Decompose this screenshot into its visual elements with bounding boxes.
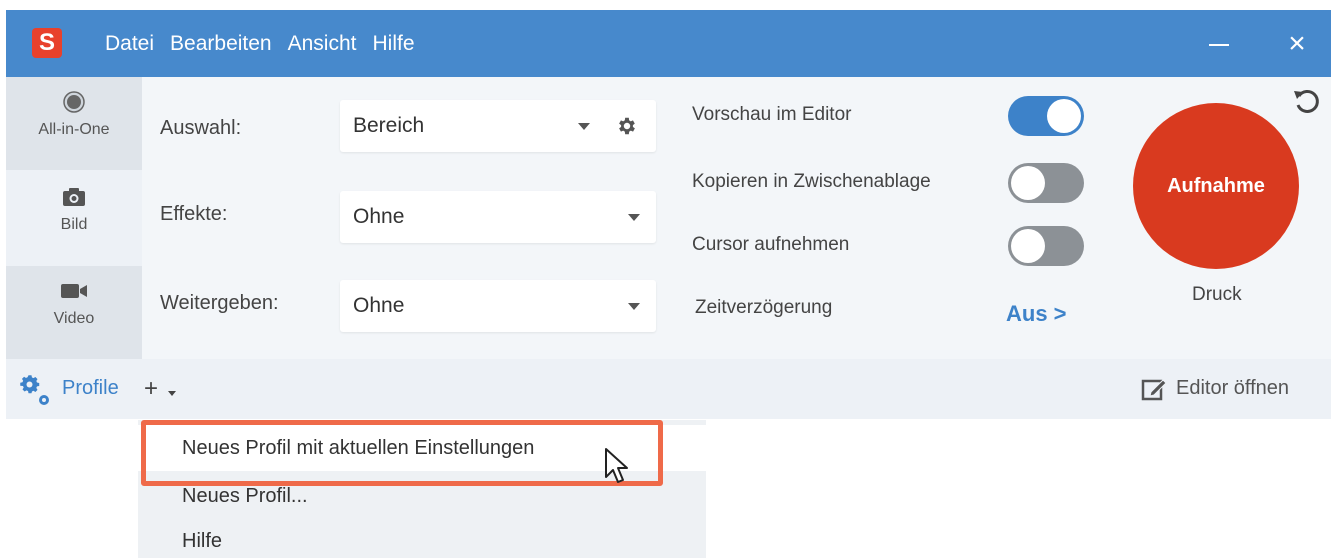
record-shortcut-label: Druck bbox=[1192, 284, 1242, 305]
delay-label: Zeitverzögerung bbox=[695, 297, 833, 318]
tab-label: Video bbox=[53, 310, 95, 327]
menu-file[interactable]: Datei bbox=[105, 30, 166, 58]
menu-edit[interactable]: Bearbeiten bbox=[170, 30, 284, 58]
toggle-knob bbox=[1011, 166, 1045, 200]
share-label: Weitergeben: bbox=[160, 292, 279, 314]
video-camera-icon bbox=[61, 284, 87, 298]
effects-label: Effekte: bbox=[160, 203, 228, 225]
cursor-toggle[interactable] bbox=[1008, 226, 1084, 266]
share-value: Ohne bbox=[353, 294, 405, 317]
reset-icon[interactable] bbox=[1291, 85, 1323, 117]
preview-toggle[interactable] bbox=[1008, 96, 1084, 136]
mouse-cursor-icon bbox=[605, 448, 628, 483]
selection-value: Bereich bbox=[353, 114, 425, 137]
snagit-logo-icon: S bbox=[32, 28, 62, 58]
profile-bar: Profile + Editor öffnen bbox=[6, 359, 1331, 419]
selection-label: Auswahl: bbox=[160, 117, 242, 139]
tab-label: All-in-One bbox=[38, 121, 110, 138]
menu-view[interactable]: Ansicht bbox=[288, 30, 369, 58]
edit-icon[interactable] bbox=[1140, 375, 1168, 403]
preview-label: Vorschau im Editor bbox=[692, 104, 852, 125]
profiles-gear-icon[interactable] bbox=[18, 373, 52, 407]
menu-help[interactable]: Hilfe bbox=[372, 30, 426, 58]
minimize-icon[interactable] bbox=[1204, 30, 1234, 60]
toggle-knob bbox=[1047, 99, 1081, 133]
tab-all-in-one[interactable]: All-in-One bbox=[6, 77, 142, 170]
tab-label: Bild bbox=[60, 216, 88, 233]
chevron-down-icon bbox=[628, 303, 640, 310]
share-dropdown[interactable]: Ohne bbox=[340, 280, 656, 332]
clipboard-toggle[interactable] bbox=[1008, 163, 1084, 203]
gear-icon[interactable] bbox=[616, 115, 638, 137]
selection-dropdown[interactable]: Bereich bbox=[340, 100, 656, 152]
menu-bar: Datei Bearbeiten Ansicht Hilfe bbox=[105, 30, 431, 58]
title-bar: S Datei Bearbeiten Ansicht Hilfe × bbox=[6, 10, 1331, 77]
profile-add-menu: Neues Profil mit aktuellen Einstellungen… bbox=[138, 420, 706, 558]
profiles-link[interactable]: Profile bbox=[62, 377, 119, 400]
add-profile-button[interactable]: + bbox=[142, 371, 186, 407]
effects-dropdown[interactable]: Ohne bbox=[340, 191, 656, 243]
chevron-down-icon bbox=[628, 214, 640, 221]
close-icon[interactable]: × bbox=[1282, 29, 1312, 60]
tab-video[interactable]: Video bbox=[6, 266, 142, 359]
delay-value-link[interactable]: Aus > bbox=[1006, 301, 1067, 327]
menu-item-help[interactable]: Hilfe bbox=[138, 518, 706, 558]
open-editor-link[interactable]: Editor öffnen bbox=[1176, 377, 1289, 400]
radio-icon bbox=[63, 91, 85, 113]
camera-icon bbox=[63, 188, 85, 206]
record-button[interactable]: Aufnahme bbox=[1133, 103, 1299, 269]
chevron-down-icon bbox=[578, 123, 590, 130]
toggle-knob bbox=[1011, 229, 1045, 263]
chevron-down-icon bbox=[168, 391, 176, 396]
effects-value: Ohne bbox=[353, 205, 405, 228]
cursor-label: Cursor aufnehmen bbox=[692, 234, 850, 255]
tab-image[interactable]: Bild bbox=[6, 172, 142, 265]
window-top-strip bbox=[0, 0, 1339, 10]
capture-panel: All-in-One Bild Video Auswahl: Bereich E… bbox=[6, 77, 1331, 359]
clipboard-label: Kopieren in Zwischenablage bbox=[692, 171, 931, 192]
plus-icon: + bbox=[144, 375, 159, 402]
